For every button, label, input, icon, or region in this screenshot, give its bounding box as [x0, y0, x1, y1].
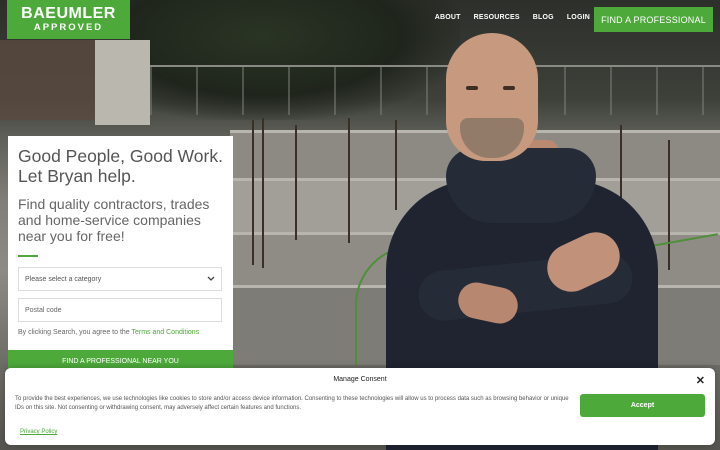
nav-about[interactable]: ABOUT	[435, 14, 461, 21]
rebar	[348, 118, 350, 243]
accept-button[interactable]: Accept	[580, 394, 705, 417]
find-professional-button[interactable]: FIND A PROFESSIONAL	[594, 7, 713, 32]
nav-resources[interactable]: RESOURCES	[474, 14, 520, 21]
hood	[446, 148, 596, 223]
privacy-policy-link[interactable]: Privacy Policy	[20, 429, 57, 435]
eye	[466, 86, 478, 90]
rebar	[262, 118, 264, 268]
background-house	[95, 40, 150, 125]
divider	[18, 255, 38, 257]
card-headline: Good People, Good Work. Let Bryan help.	[18, 146, 223, 186]
main-nav: ABOUT RESOURCES BLOG LOGIN	[435, 14, 590, 21]
category-select[interactable]: Please select a category	[18, 267, 222, 291]
eye	[503, 86, 515, 90]
logo-subtitle: APPROVED	[33, 22, 104, 33]
close-icon[interactable]: ✕	[696, 374, 705, 387]
consent-title: Manage Consent	[333, 376, 387, 383]
logo-wordmark: BAEUMLER	[21, 5, 116, 22]
background-brick-building	[0, 40, 110, 120]
nav-login[interactable]: LOGIN	[567, 14, 590, 21]
rebar	[252, 120, 254, 265]
rebar	[295, 125, 297, 240]
terms-link[interactable]: Terms and Conditions	[132, 329, 200, 336]
card-subhead: Find quality contractors, trades and hom…	[18, 196, 210, 244]
cookie-consent-banner: Manage Consent ✕ To provide the best exp…	[5, 368, 715, 445]
nav-blog[interactable]: BLOG	[533, 14, 554, 21]
chevron-down-icon	[207, 276, 215, 281]
terms-prefix: By clicking Search, you agree to the	[18, 329, 130, 336]
category-select-value: Please select a category	[25, 275, 102, 283]
terms-notice: By clicking Search, you agree to the Ter…	[18, 329, 223, 336]
postal-code-placeholder: Postal code	[25, 306, 62, 314]
postal-code-input[interactable]: Postal code	[18, 298, 222, 322]
baeumler-approved-logo[interactable]: BAEUMLER APPROVED	[7, 0, 130, 39]
search-card: Good People, Good Work. Let Bryan help. …	[8, 136, 233, 372]
consent-text: To provide the best experiences, we use …	[15, 396, 569, 411]
